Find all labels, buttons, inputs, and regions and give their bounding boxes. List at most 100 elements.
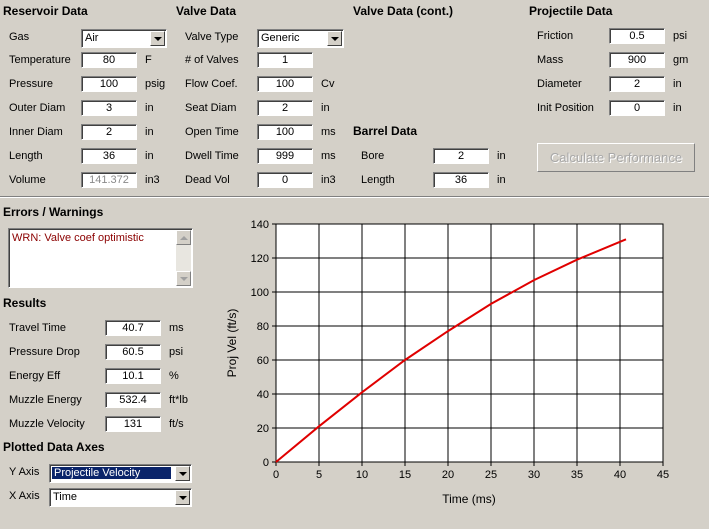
bore-field[interactable]: 2 (433, 148, 489, 164)
chevron-down-icon[interactable] (175, 466, 190, 481)
y-tick-label: 100 (251, 287, 269, 299)
section-divider (0, 196, 709, 198)
outer-diam-field[interactable]: 3 (81, 100, 137, 116)
projectile-data-header: Projectile Data (529, 4, 613, 18)
x-tick-label: 35 (571, 469, 583, 481)
temperature-field[interactable]: 80 (81, 52, 137, 68)
scroll-up-icon[interactable] (176, 230, 191, 245)
barrel-data-header: Barrel Data (353, 124, 418, 138)
init-position-field[interactable]: 0 (609, 100, 665, 116)
chevron-down-icon[interactable] (327, 31, 342, 46)
chevron-down-icon[interactable] (150, 31, 165, 46)
friction-unit: psi (673, 30, 688, 42)
plot-area (275, 223, 664, 463)
flow-coef-label: Flow Coef. (185, 78, 238, 90)
flow-coef-unit: Cv (321, 78, 335, 90)
dead-vol-label: Dead Vol (185, 174, 230, 186)
gas-select[interactable]: Air (81, 29, 167, 48)
errors-warnings-header: Errors / Warnings (3, 205, 104, 219)
bore-label: Bore (361, 150, 385, 162)
barrel-length-unit: in (497, 174, 506, 186)
results-header: Results (3, 296, 47, 310)
x-tick-label: 30 (528, 469, 540, 481)
reservoir-data-header: Reservoir Data (3, 4, 88, 18)
y-tick-label: 120 (251, 253, 269, 265)
errors-scrollbar[interactable] (176, 230, 191, 286)
pressure-drop-unit: psi (169, 346, 184, 358)
seat-diam-unit: in (321, 102, 330, 114)
temperature-unit: F (145, 54, 152, 66)
dead-vol-field[interactable]: 0 (257, 172, 313, 188)
gas-label: Gas (9, 31, 30, 43)
plotted-axes-header: Plotted Data Axes (3, 440, 105, 454)
length-field[interactable]: 36 (81, 148, 137, 164)
num-valves-label: # of Valves (185, 54, 239, 66)
y-tick-label: 20 (257, 423, 269, 435)
mass-field[interactable]: 900 (609, 52, 665, 68)
barrel-length-field[interactable]: 36 (433, 172, 489, 188)
muzzle-velocity-label: Muzzle Velocity (9, 418, 85, 430)
velocity-chart: 0 5 10 15 20 25 30 35 40 45 0 20 40 60 80 100 120 140 Tim… (225, 219, 669, 506)
outer-diam-label: Outer Diam (9, 102, 66, 114)
chevron-down-icon[interactable] (175, 490, 190, 505)
warning-text: WRN: Valve coef optimistic (12, 232, 144, 244)
friction-field[interactable]: 0.5 (609, 28, 665, 44)
open-time-unit: ms (321, 126, 336, 138)
y-tick-label: 40 (257, 389, 269, 401)
energy-eff-unit: % (169, 370, 179, 382)
flow-coef-field[interactable]: 100 (257, 76, 313, 92)
valve-data-cont-header: Valve Data (cont.) (353, 4, 454, 18)
friction-label: Friction (537, 30, 574, 42)
scroll-down-icon[interactable] (176, 271, 191, 286)
x-tick-label: 40 (614, 469, 626, 481)
num-valves-field[interactable]: 1 (257, 52, 313, 68)
init-position-unit: in (673, 102, 682, 114)
x-tick-label: 45 (657, 469, 669, 481)
length-label: Length (9, 150, 43, 162)
x-tick-label: 20 (442, 469, 454, 481)
travel-time-unit: ms (169, 322, 184, 334)
dwell-time-field[interactable]: 999 (257, 148, 313, 164)
x-tick-label: 15 (399, 469, 411, 481)
y-tick-label: 140 (251, 219, 269, 231)
open-time-label: Open Time (185, 126, 239, 138)
pressure-field[interactable]: 100 (81, 76, 137, 92)
y-axis-select-value: Projectile Velocity (52, 467, 171, 479)
muzzle-energy-field: 532.4 (105, 392, 161, 408)
pressure-label: Pressure (9, 78, 54, 90)
errors-memo[interactable]: WRN: Valve coef optimistic (8, 228, 193, 288)
pressure-drop-label: Pressure Drop (9, 346, 80, 358)
valve-type-select[interactable]: Generic (257, 29, 344, 48)
volume-field: 141.372 (81, 172, 137, 188)
y-axis-title: Proj Vel (ft/s) (225, 309, 239, 378)
seat-diam-label: Seat Diam (185, 102, 237, 114)
x-tick-label: 25 (485, 469, 497, 481)
open-time-field[interactable]: 100 (257, 124, 313, 140)
y-tick-label: 80 (257, 321, 269, 333)
muzzle-velocity-unit: ft/s (169, 418, 184, 430)
muzzle-energy-label: Muzzle Energy (9, 394, 82, 406)
mass-label: Mass (537, 54, 564, 66)
inner-diam-unit: in (145, 126, 154, 138)
volume-label: Volume (9, 174, 46, 186)
valve-data-header: Valve Data (176, 4, 237, 18)
pressure-drop-field: 60.5 (105, 344, 161, 360)
muzzle-energy-unit: ft*lb (169, 394, 188, 406)
calculate-performance-button[interactable]: Calculate Performance (537, 143, 695, 172)
energy-eff-field: 10.1 (105, 368, 161, 384)
x-tick-label: 10 (356, 469, 368, 481)
y-axis-label: Y Axis (9, 466, 40, 478)
energy-eff-label: Energy Eff (9, 370, 61, 382)
diameter-field[interactable]: 2 (609, 76, 665, 92)
travel-time-field: 40.7 (105, 320, 161, 336)
muzzle-velocity-field: 131 (105, 416, 161, 432)
seat-diam-field[interactable]: 2 (257, 100, 313, 116)
y-axis-select[interactable]: Projectile Velocity (49, 464, 192, 483)
diameter-label: Diameter (537, 78, 582, 90)
mass-unit: gm (673, 54, 689, 66)
valve-type-select-value: Generic (261, 32, 300, 44)
gas-select-value: Air (85, 32, 99, 44)
x-axis-select[interactable]: Time (49, 488, 192, 507)
diameter-unit: in (673, 78, 682, 90)
inner-diam-field[interactable]: 2 (81, 124, 137, 140)
